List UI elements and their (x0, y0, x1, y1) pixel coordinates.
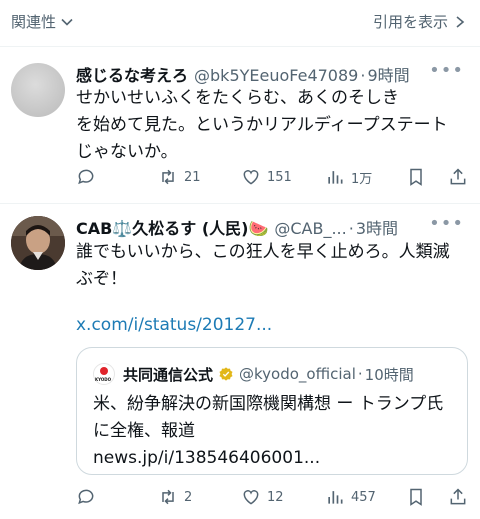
timestamp[interactable]: 9時間 (367, 62, 409, 86)
separator-dot: · (348, 219, 354, 238)
timestamp[interactable]: 3時間 (356, 215, 398, 239)
display-name[interactable]: CAB⚖️久松るす (人民)🍉 (76, 215, 268, 239)
retweet-button[interactable]: 2 (158, 487, 192, 507)
avatar-portrait (11, 216, 65, 270)
tweet[interactable]: 感じるな考えろ @bk5YEeuoFe47089 · 9時間 ••• せかいせい… (0, 47, 480, 204)
share-button[interactable] (448, 487, 468, 507)
like-count: 12 (267, 489, 284, 505)
kyodo-logo-icon (93, 363, 115, 385)
like-button[interactable]: 151 (241, 167, 292, 187)
like-button[interactable]: 12 (241, 487, 284, 507)
bookmark-icon (410, 168, 422, 186)
tweet-header: 感じるな考えろ @bk5YEeuoFe47089 · 9時間 (76, 62, 410, 86)
views-button[interactable]: 1万 (325, 167, 372, 187)
user-handle[interactable]: @CAB_... (274, 219, 346, 238)
separator-dot: · (360, 66, 366, 85)
quoted-tweet-text: 米、紛争解決の新国際機関構想 ー トランプ氏 に全権、報道 news.jp/i/… (93, 394, 444, 468)
chevron-right-icon (456, 15, 465, 28)
share-icon (450, 168, 466, 185)
more-icon[interactable]: ••• (429, 213, 464, 234)
separator-dot: · (357, 365, 363, 383)
views-icon (328, 171, 343, 184)
sort-label: 関連性 (11, 13, 57, 31)
like-icon (243, 490, 259, 505)
chevron-down-icon (61, 18, 73, 26)
tweet-actions: 2 12 457 (76, 487, 468, 509)
user-handle[interactable]: @bk5YEeuoFe47089 (194, 66, 358, 85)
avatar[interactable] (11, 63, 65, 117)
quoted-tweet[interactable]: 共同通信公式 @kyodo_official · 10時間 米、紛争解決の新国際… (76, 347, 468, 475)
quoted-user-handle[interactable]: @kyodo_official (239, 365, 356, 383)
status-link[interactable]: x.com/i/status/20127... (76, 315, 272, 335)
conversation-topbar: 関連性 引用を表示 (0, 0, 480, 46)
avatar[interactable] (11, 216, 65, 270)
view-quotes-label: 引用を表示 (372, 13, 448, 31)
views-icon (328, 491, 343, 504)
bookmark-button[interactable] (406, 487, 426, 507)
bookmark-icon (410, 488, 422, 506)
reply-button[interactable] (76, 487, 96, 507)
quoted-tweet-header: 共同通信公式 @kyodo_official · 10時間 (93, 363, 414, 385)
tweet-actions: 21 151 1万 (76, 167, 468, 189)
like-count: 151 (267, 169, 292, 185)
tweet-text: 誰でもいいから、この狂人を早く止めろ。人類滅 ぶぞ！ (76, 242, 450, 289)
tweet[interactable]: CAB⚖️久松るす (人民)🍉 @CAB_... · 3時間 ••• 誰でもいい… (0, 204, 480, 519)
retweet-icon (162, 489, 174, 505)
quoted-display-name[interactable]: 共同通信公式 (123, 364, 213, 385)
display-name[interactable]: 感じるな考えろ (76, 62, 188, 86)
retweet-count: 2 (184, 489, 193, 505)
retweet-count: 21 (184, 169, 201, 185)
more-icon[interactable]: ••• (429, 60, 464, 81)
like-icon (243, 170, 259, 185)
view-quotes-button[interactable]: 引用を表示 (373, 11, 466, 32)
views-button[interactable]: 457 (325, 487, 376, 507)
quoted-timestamp[interactable]: 10時間 (365, 364, 414, 385)
reply-icon (78, 489, 94, 505)
reply-button[interactable] (76, 167, 96, 187)
share-button[interactable] (448, 167, 468, 187)
tweet-text: せかいせいふくをたくらむ、あくのそしき を始めて見た。というかリアルディープステ… (76, 88, 448, 162)
reply-icon (78, 169, 94, 185)
sort-relevance-button[interactable]: 関連性 (11, 11, 74, 32)
views-count: 457 (351, 489, 376, 505)
views-count: 1万 (351, 171, 373, 187)
bookmark-button[interactable] (406, 167, 426, 187)
verified-icon (219, 367, 233, 381)
retweet-button[interactable]: 21 (158, 167, 201, 187)
tweet-header: CAB⚖️久松るす (人民)🍉 @CAB_... · 3時間 (76, 215, 398, 239)
share-icon (450, 488, 466, 505)
retweet-icon (162, 169, 174, 185)
